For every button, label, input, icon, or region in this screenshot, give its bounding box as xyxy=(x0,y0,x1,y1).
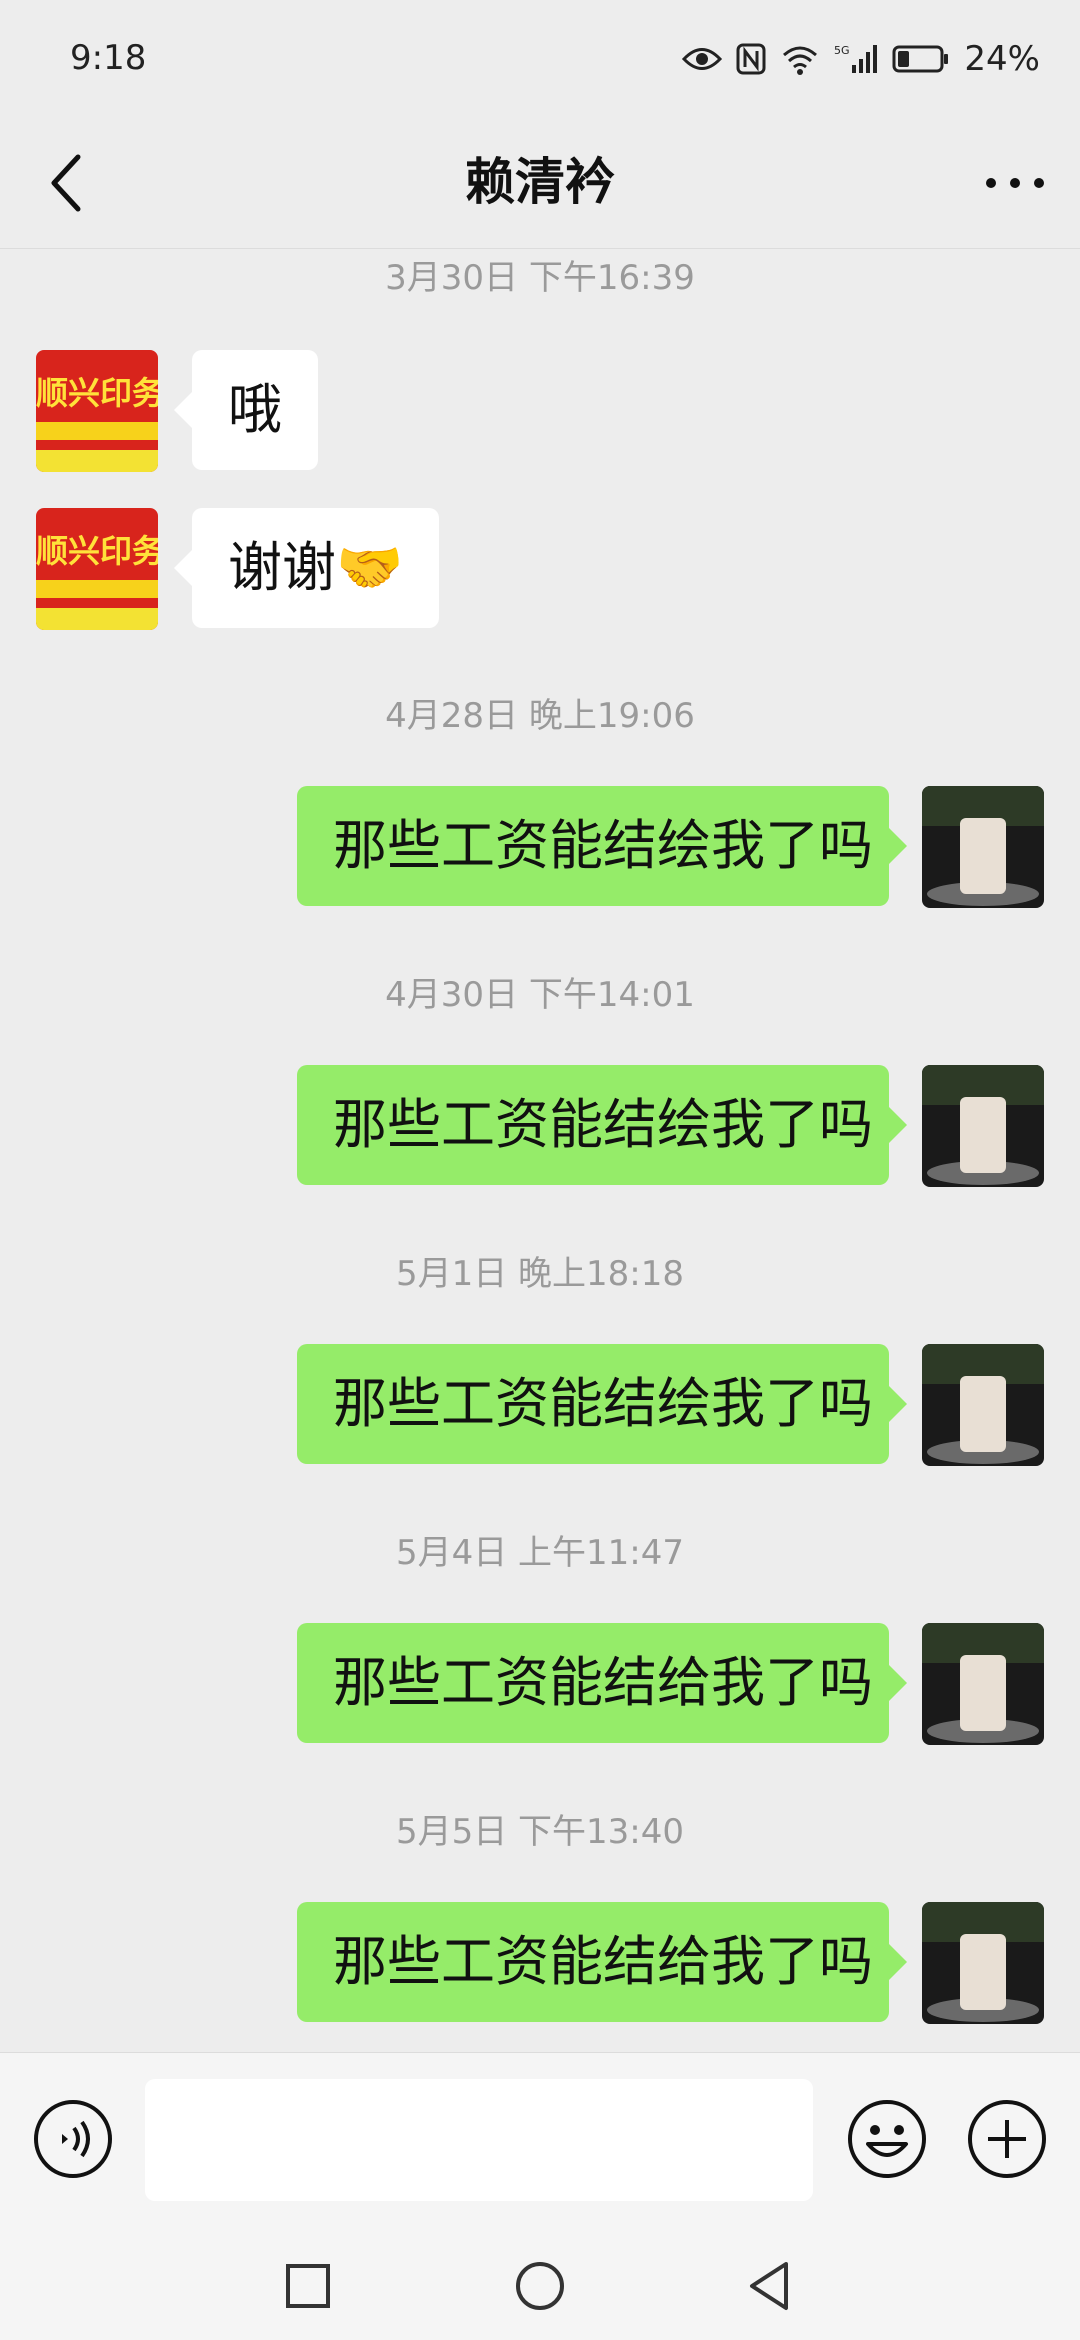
battery-percent: 24% xyxy=(964,39,1040,79)
avatar-logo-text: 顺兴印务 xyxy=(36,532,158,570)
more-icon xyxy=(986,178,1044,188)
status-bar: 9:18 5G 24% xyxy=(0,0,1080,120)
nfc-icon xyxy=(736,43,766,75)
wifi-icon xyxy=(783,46,818,75)
my-avatar[interactable] xyxy=(922,1344,1044,1466)
my-avatar[interactable] xyxy=(922,1902,1044,2024)
message-timestamp: 5月5日 下午13:40 xyxy=(395,1812,685,1852)
message-bubble-sent[interactable]: 那些工资能结绘我了吗 xyxy=(297,786,907,906)
message-bubble-received[interactable]: 哦 xyxy=(174,350,318,470)
message-timestamp: 5月4日 上午11:47 xyxy=(395,1533,685,1573)
message-timestamp: 4月28日 晚上19:06 xyxy=(385,696,695,736)
battery-icon xyxy=(892,45,949,73)
status-icons: 5G 24% xyxy=(682,34,1040,84)
square-nav-icon xyxy=(286,2264,330,2308)
home-button[interactable] xyxy=(510,2256,570,2316)
chat-header: 赖清衿 xyxy=(0,120,1080,249)
triangle-nav-icon xyxy=(750,2262,788,2310)
emoji-icon xyxy=(848,2100,926,2178)
avatar-logo-text: 顺兴印务 xyxy=(36,374,158,412)
system-nav-bar xyxy=(0,2228,1080,2340)
message-bubble-sent[interactable]: 那些工资能结绘我了吗 xyxy=(297,1344,907,1464)
message-bubble-received[interactable]: 谢谢🤝 xyxy=(173,508,440,628)
eye-icon xyxy=(682,48,723,70)
voice-icon xyxy=(34,2100,112,2178)
emoji-button[interactable] xyxy=(846,2098,928,2180)
message-timestamp: 3月30日 下午16:39 xyxy=(385,258,695,298)
message-timestamp: 5月1日 晚上18:18 xyxy=(395,1254,685,1294)
message-bubble-sent[interactable]: 那些工资能结绘我了吗 xyxy=(297,1065,907,1185)
back-nav-button[interactable] xyxy=(740,2256,800,2316)
message-bubble-sent[interactable]: 那些工资能结给我了吗 xyxy=(297,1623,907,1743)
more-button[interactable] xyxy=(970,148,1060,218)
voice-button[interactable] xyxy=(32,2098,114,2180)
message-timestamp: 4月30日 下午14:01 xyxy=(385,975,695,1015)
circle-nav-icon xyxy=(516,2262,564,2310)
recent-apps-button[interactable] xyxy=(278,2256,338,2316)
input-bar xyxy=(0,2052,1080,2229)
signal-icon: 5G xyxy=(834,44,878,73)
plus-button[interactable] xyxy=(966,2098,1048,2180)
status-time: 9:18 xyxy=(70,38,147,78)
my-avatar[interactable] xyxy=(922,1623,1044,1745)
message-input[interactable] xyxy=(145,2079,813,2201)
my-avatar[interactable] xyxy=(922,786,1044,908)
my-avatar[interactable] xyxy=(922,1065,1044,1187)
chat-title: 赖清衿 xyxy=(465,153,615,211)
plus-icon xyxy=(968,2100,1046,2178)
svg-text:5G: 5G xyxy=(834,44,850,57)
message-bubble-sent[interactable]: 那些工资能结给我了吗 xyxy=(297,1902,907,2022)
